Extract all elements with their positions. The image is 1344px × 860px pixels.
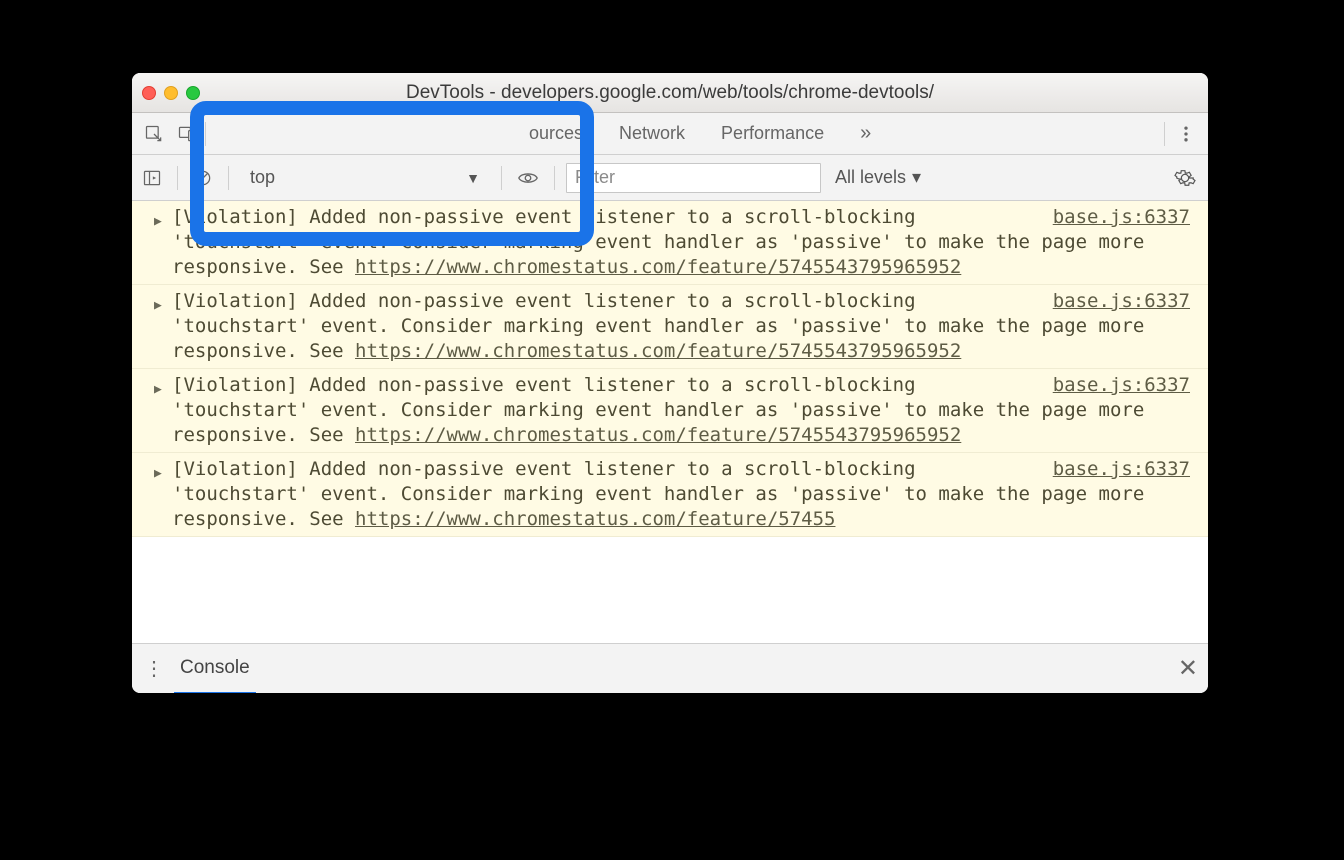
maximize-window-button[interactable] [186, 86, 200, 100]
drawer-menu-icon[interactable]: ⋮ [142, 656, 166, 681]
devtools-window: DevTools - developers.google.com/web/too… [132, 73, 1208, 693]
window-controls [142, 86, 200, 100]
drawer: ⋮ Console ✕ [132, 643, 1208, 693]
close-window-button[interactable] [142, 86, 156, 100]
message-source-link[interactable]: base.js:6337 [1053, 205, 1190, 230]
expand-arrow-icon[interactable]: ▶ [154, 293, 162, 318]
console-output[interactable]: ▶ base.js:6337 [Violation] Added non-pas… [132, 201, 1208, 643]
tab-performance[interactable]: Performance [703, 113, 842, 155]
log-levels-label: All levels [835, 167, 906, 188]
message-source-link[interactable]: base.js:6337 [1053, 289, 1190, 314]
console-message[interactable]: ▶ base.js:6337 [Violation] Added non-pas… [132, 453, 1208, 537]
filter-input[interactable] [566, 163, 821, 193]
tabs-overflow-button[interactable]: » [842, 113, 889, 155]
main-tabbar: ources Network Performance » [132, 113, 1208, 155]
message-source-link[interactable]: base.js:6337 [1053, 373, 1190, 398]
message-link[interactable]: https://www.chromestatus.com/feature/574… [355, 424, 961, 446]
kebab-menu-icon[interactable] [1168, 113, 1204, 155]
drawer-tab-console[interactable]: Console [174, 645, 256, 694]
divider [1164, 122, 1165, 146]
console-settings-icon[interactable] [1168, 167, 1202, 189]
chevron-down-icon: ▾ [912, 167, 921, 188]
annotation-highlight-box [190, 101, 594, 246]
tab-network[interactable]: Network [601, 113, 703, 155]
show-console-sidebar-icon[interactable] [138, 157, 166, 199]
minimize-window-button[interactable] [164, 86, 178, 100]
console-message[interactable]: ▶ base.js:6337 [Violation] Added non-pas… [132, 285, 1208, 369]
message-source-link[interactable]: base.js:6337 [1053, 457, 1190, 482]
expand-arrow-icon[interactable]: ▶ [154, 209, 162, 234]
log-levels-dropdown[interactable]: All levels ▾ [829, 167, 927, 188]
close-drawer-icon[interactable]: ✕ [1178, 654, 1198, 683]
inspect-element-icon[interactable] [136, 113, 172, 155]
expand-arrow-icon[interactable]: ▶ [154, 461, 162, 486]
message-link[interactable]: https://www.chromestatus.com/feature/574… [355, 508, 835, 530]
console-message[interactable]: ▶ base.js:6337 [Violation] Added non-pas… [132, 369, 1208, 453]
expand-arrow-icon[interactable]: ▶ [154, 377, 162, 402]
divider [177, 166, 178, 190]
message-link[interactable]: https://www.chromestatus.com/feature/574… [355, 256, 961, 278]
message-link[interactable]: https://www.chromestatus.com/feature/574… [355, 340, 961, 362]
